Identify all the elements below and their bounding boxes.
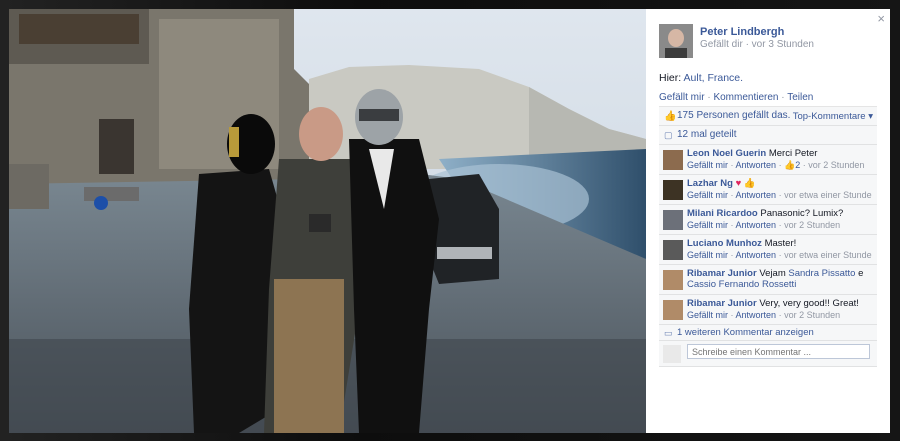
comment-like-button[interactable]: Gefällt mir <box>687 250 728 260</box>
comment-time: vor 2 Stunden <box>808 160 865 170</box>
author-avatar[interactable] <box>659 24 693 58</box>
comment-like-button[interactable]: Gefällt mir <box>687 220 728 230</box>
comment-like-count[interactable]: 2 <box>795 160 800 170</box>
post-panel: × Peter Lindbergh Gefällt dir · vor 3 St… <box>646 9 890 433</box>
comment-reply-button[interactable]: Antworten <box>736 220 777 230</box>
comment-button[interactable]: Kommentieren <box>713 92 778 103</box>
comment-text: Panasonic? Lumix? <box>760 208 844 219</box>
feedback-box: 👍 175 Personen gefällt das. Top-Kommenta… <box>659 106 877 367</box>
thumbs-up-icon: 👍 <box>743 178 756 189</box>
thumbs-up-icon: 👍 <box>784 160 796 170</box>
comment: Milani Ricardoo Panasonic? Lumix? Gefäll… <box>659 205 877 235</box>
comment-sort-dropdown[interactable]: Top-Kommentare ▾ <box>793 111 873 122</box>
comment-time: vor 2 Stunden <box>784 220 841 230</box>
comment: Ribamar Junior Very, very good!! Great! … <box>659 295 877 325</box>
comment-like-button[interactable]: Gefällt mir <box>687 310 728 320</box>
comment-author[interactable]: Leon Noel Guerin <box>687 148 766 159</box>
show-more-label[interactable]: 1 weiteren Kommentar anzeigen <box>677 327 814 338</box>
comment-text: Very, very good!! Great! <box>759 298 859 309</box>
show-more-comments[interactable]: ▭ 1 weiteren Kommentar anzeigen <box>659 325 877 341</box>
comment-reply-button[interactable]: Antworten <box>736 250 777 260</box>
mention-link[interactable]: Cassio Fernando Rossetti <box>687 279 796 290</box>
comment-time: vor 2 Stunden <box>784 310 841 320</box>
author-avatar-image <box>659 24 693 58</box>
comment-author[interactable]: Luciano Munhoz <box>687 238 762 249</box>
comment: Leon Noel Guerin Merci Peter Gefällt mir… <box>659 145 877 175</box>
comment-author[interactable]: Ribamar Junior <box>687 268 757 279</box>
shares-summary[interactable]: ▢ 12 mal geteilt <box>659 126 877 145</box>
thumbs-up-icon: 👍 <box>664 111 677 122</box>
comment-composer <box>659 341 877 367</box>
shares-count[interactable]: 12 mal geteilt <box>677 129 736 140</box>
comment: Luciano Munhoz Master! Gefällt mir · Ant… <box>659 235 877 265</box>
photo-stage[interactable] <box>9 9 646 433</box>
photo <box>9 9 646 433</box>
avatar[interactable] <box>663 210 683 230</box>
avatar[interactable] <box>663 180 683 200</box>
post-author: Peter Lindbergh Gefällt dir · vor 3 Stun… <box>659 24 879 64</box>
comment-reply-button[interactable]: Antworten <box>736 190 777 200</box>
avatar[interactable] <box>663 150 683 170</box>
author-name[interactable]: Peter Lindbergh <box>700 26 784 38</box>
like-button[interactable]: Gefällt mir <box>659 92 705 103</box>
comment-like-button[interactable]: Gefällt mir <box>687 160 728 170</box>
comment: Lazhar Ng ♥ 👍 Gefällt mir · Antworten · … <box>659 175 877 205</box>
avatar[interactable] <box>663 300 683 320</box>
avatar[interactable] <box>663 270 683 290</box>
comment-author[interactable]: Ribamar Junior <box>687 298 757 309</box>
share-button[interactable]: Teilen <box>787 92 813 103</box>
comment-time: vor etwa einer Stunde <box>784 250 872 260</box>
comment-text: Merci Peter <box>768 148 818 159</box>
comment-like-button[interactable]: Gefällt mir <box>687 190 728 200</box>
post-actions: Gefällt mir · Kommentieren · Teilen <box>659 92 813 103</box>
comment-icon: ▭ <box>664 328 673 338</box>
comment: Ribamar Junior Vejam Sandra Pissatto e C… <box>659 265 877 295</box>
comment-text-joiner: e <box>858 268 864 279</box>
comment-reply-button[interactable]: Antworten <box>736 160 777 170</box>
heart-icon: ♥ <box>735 178 742 189</box>
comment-reply-button[interactable]: Antworten <box>736 310 777 320</box>
mention-link[interactable]: Sandra Pissatto <box>788 268 855 279</box>
likes-count[interactable]: 175 Personen gefällt das. <box>677 110 790 121</box>
comment-author[interactable]: Milani Ricardoo <box>687 208 758 219</box>
share-icon: ▢ <box>664 130 673 140</box>
comment-text: Vejam <box>759 268 786 279</box>
location: Hier: Ault, France. <box>659 72 743 84</box>
avatar <box>663 345 681 363</box>
avatar[interactable] <box>663 240 683 260</box>
location-prefix: Hier: <box>659 72 684 84</box>
comment-author[interactable]: Lazhar Ng <box>687 178 733 189</box>
likes-summary[interactable]: 👍 175 Personen gefällt das. Top-Kommenta… <box>659 107 877 126</box>
post-meta: Gefällt dir · vor 3 Stunden <box>700 39 814 50</box>
location-link[interactable]: Ault, France. <box>684 72 744 84</box>
comment-text: Master! <box>764 238 797 249</box>
comment-input[interactable] <box>687 344 870 359</box>
comment-time: vor etwa einer Stunde <box>784 190 872 200</box>
